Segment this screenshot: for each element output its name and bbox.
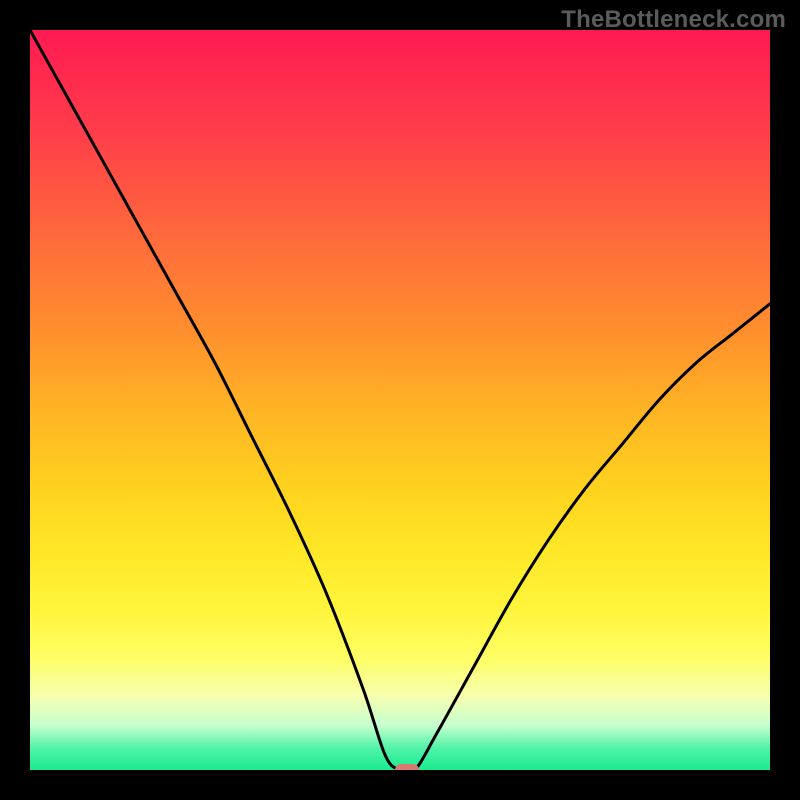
bottleneck-curve xyxy=(30,30,770,770)
optimal-marker xyxy=(395,764,419,770)
plot-area xyxy=(30,30,770,770)
chart-frame: TheBottleneck.com xyxy=(0,0,800,800)
